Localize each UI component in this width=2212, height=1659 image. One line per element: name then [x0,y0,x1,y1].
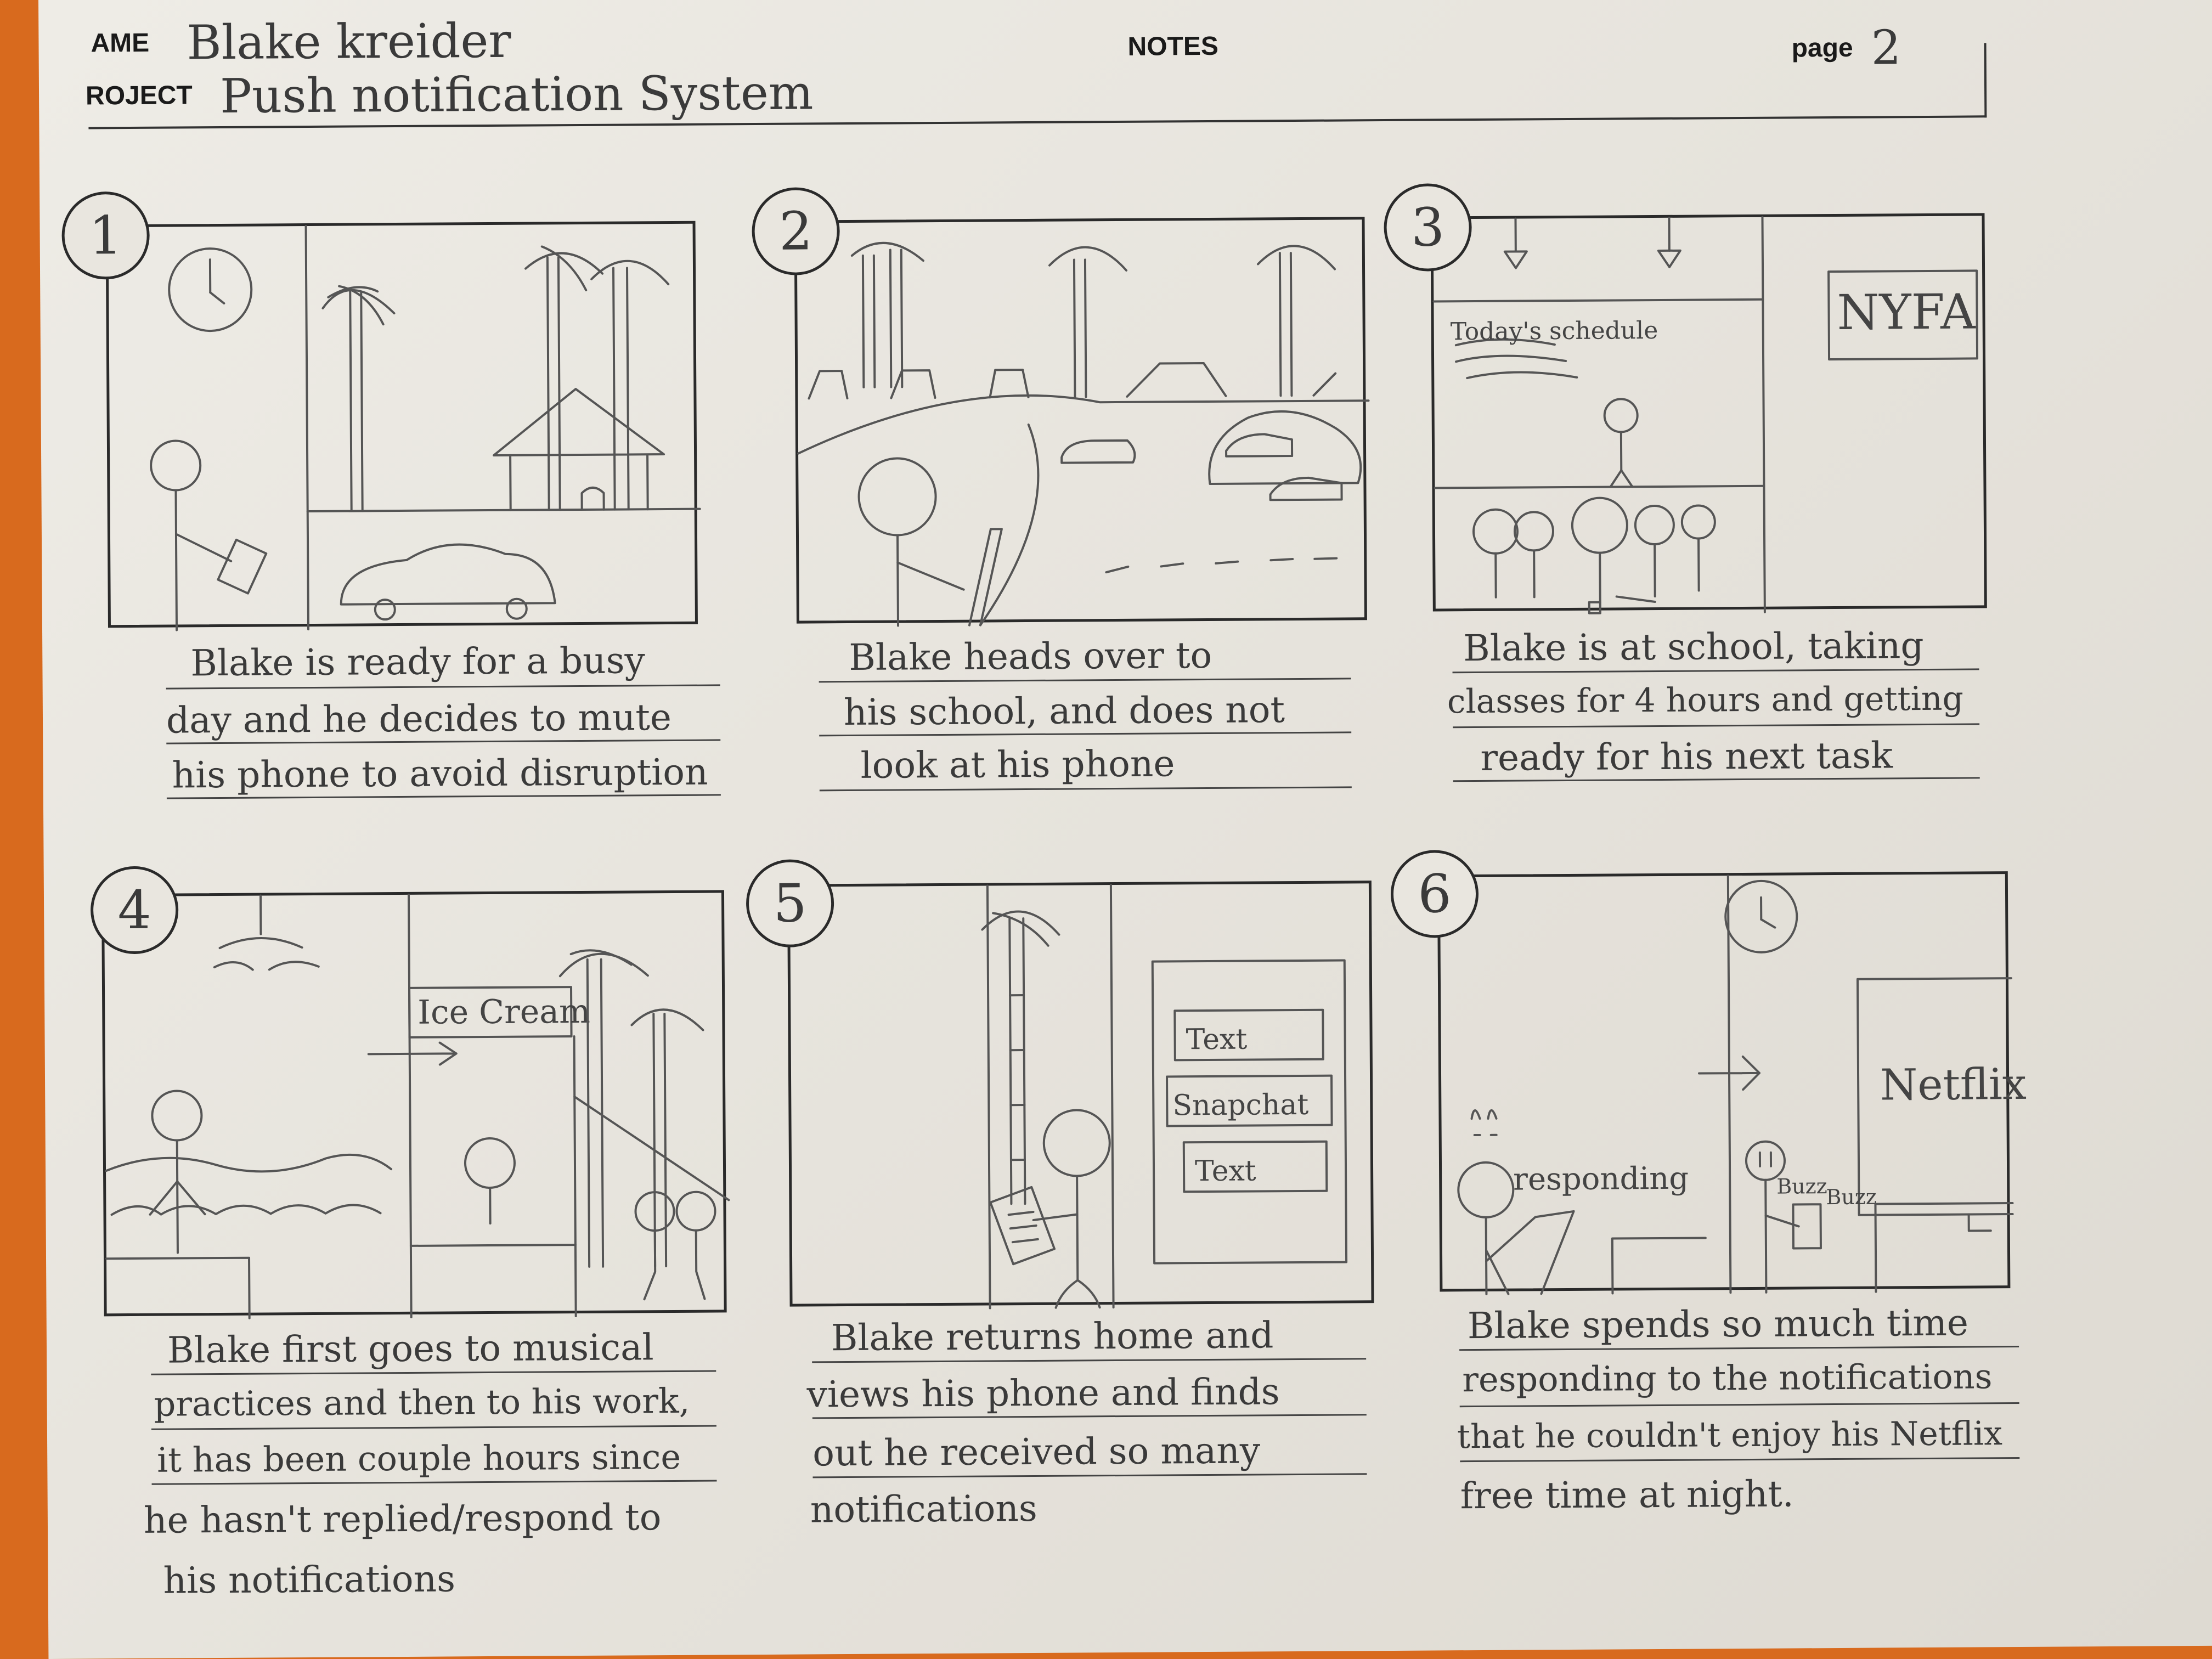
panel-4-frame: Ice Cream [101,890,730,1319]
caption-rule [1459,1345,2019,1351]
panel-3-schedule-text: Today's schedule [1451,317,1658,346]
panel-3-caption-line-1: Blake is at school, taking [1463,624,1924,670]
panel-5-caption-line-3: out he received so many [812,1429,1261,1475]
panel-1-caption-line-1: Blake is ready for a busy [190,639,645,685]
panel-4-number: 4 [90,866,179,955]
panel-2-frame [794,217,1370,627]
panel-4-sketch: Ice Cream [105,893,730,1319]
panel-4-caption-line-4: he hasn't replied/respond to [143,1496,662,1542]
notes-label: NOTES [1127,31,1219,61]
caption-rule [1452,668,1979,674]
panel-1-frame [105,221,701,631]
caption-rule [151,1370,716,1375]
caption-rule [1460,1457,2020,1463]
project-label: ROJECT [85,81,193,111]
panel-3-caption-line-2: classes for 4 hours and getting [1447,679,1964,721]
panel-4-icecream-text: Ice Cream [417,992,590,1032]
caption-rule [1459,1402,2019,1408]
panel-5-text2: Text [1195,1154,1256,1188]
panel-6-caption-line-4: free time at night. [1460,1472,1794,1517]
caption-rule [1453,723,1980,729]
panel-4-caption-line-5: his notifications [163,1558,456,1602]
panel-3-sketch: Today's schedule NYFA [1432,216,1979,614]
panel-5-snapchat: Snapchat [1172,1088,1308,1122]
panel-6-caption-line-2: responding to the notifications [1462,1356,1993,1400]
panel-3-nyfa-text: NYFA [1837,283,1976,341]
caption-rule [166,684,720,690]
panel-6-caption-line-3: that he couldn't enjoy his Netflix [1457,1414,2003,1457]
panel-1-caption-line-3: his phone to avoid disruption [172,751,708,797]
panel-1-sketch [150,225,701,631]
panel-1-number: 1 [61,191,150,280]
panel-4-caption-line-3: it has been couple hours since [157,1436,681,1480]
panel-2-caption-line-1: Blake heads over to [849,634,1212,679]
name-value: Blake kreider [187,13,511,71]
caption-rule [812,1473,1367,1479]
page-label: page [1791,33,1853,63]
panel-6-netflix: Netflix [1880,1060,2027,1110]
storyboard-sheet: AME Blake kreider ROJECT Push notificati… [38,0,2212,1659]
panel-5-text1: Text [1186,1023,1247,1057]
panel-2-sketch [797,241,1370,627]
caption-rule [812,1358,1367,1363]
caption-rule [151,1425,716,1430]
panel-5-number: 5 [746,859,834,948]
panel-3-caption-line-3: ready for his next task [1480,734,1893,779]
header-rule-vertical [1984,43,1987,118]
panel-2-caption-line-2: his school, and does not [843,689,1285,734]
panel-5-frame: Text Snapchat Text [787,881,1374,1310]
panel-3-frame: Today's schedule NYFA [1430,213,1987,614]
panel-6-frame: Netflix responding Buzz Buzz [1437,871,2027,1295]
panel-3-number: 3 [1384,183,1472,272]
panel-6-caption-line-1: Blake spends so much time [1467,1301,1969,1347]
panel-6-number: 6 [1390,849,1479,938]
panel-4-caption-line-2: practices and then to his work, [154,1380,690,1424]
panel-5-sketch: Text Snapchat Text [981,884,1348,1310]
caption-rule [819,786,1352,792]
page-value: 2 [1871,20,1901,76]
panel-6-sketch: Netflix responding Buzz Buzz [1457,874,2027,1295]
name-label: AME [91,28,150,58]
caption-rule [819,678,1351,683]
panel-5-caption-line-4: notifications [810,1487,1038,1531]
panel-6-responding: responding [1513,1161,1689,1198]
caption-rule [151,1480,717,1485]
panel-5-caption-line-2: views his phone and finds [806,1370,1280,1416]
panel-6-buzz1: Buzz [1776,1174,1827,1199]
panel-5-caption-line-1: Blake returns home and [831,1314,1274,1359]
panel-2-number: 2 [752,187,840,276]
panel-2-caption-line-3: look at his phone [860,742,1175,787]
panel-1-caption-line-2: day and he decides to mute [166,696,672,742]
panel-4-caption-line-1: Blake first goes to musical [167,1326,654,1372]
project-value: Push notification System [219,65,814,124]
panel-6-buzz2: Buzz [1826,1185,1877,1210]
